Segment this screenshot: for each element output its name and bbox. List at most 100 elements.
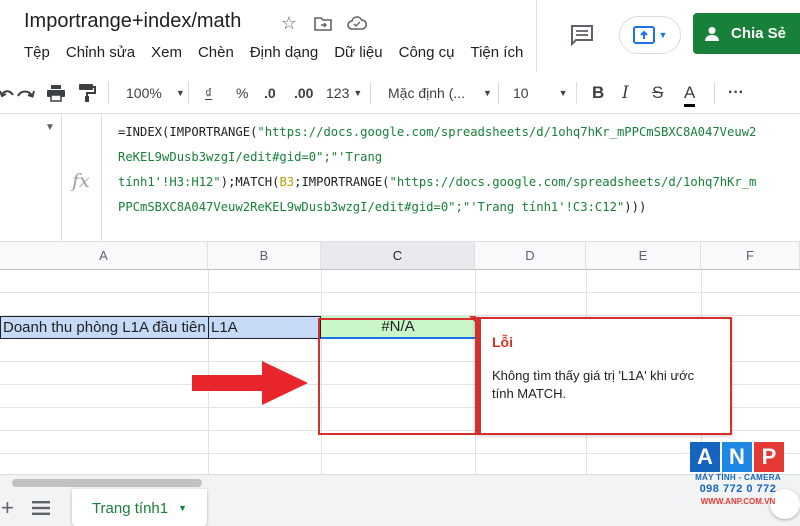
more-tools-button[interactable]: ··· xyxy=(728,81,744,105)
share-button[interactable]: Chia Sẻ xyxy=(693,13,800,54)
zoom-value: 100% xyxy=(126,85,162,101)
formula-cell-reference: B3 xyxy=(279,175,295,189)
font-size-value: 10 xyxy=(513,85,529,101)
watermark-logo: A N P MÁY TÍNH - CAMERA 098 772 0 772 WW… xyxy=(690,442,786,516)
toolbar-divider xyxy=(576,82,577,104)
font-size-select[interactable]: 10 ▼ xyxy=(513,81,568,105)
menu-file[interactable]: Tệp xyxy=(24,44,50,61)
cell-b3[interactable]: L1A xyxy=(208,316,321,339)
comment-history-button[interactable] xyxy=(568,22,596,48)
sheet-tab-active[interactable]: Trang tính1 ▼ xyxy=(72,489,207,526)
logo-letters: A N P xyxy=(690,442,786,472)
grid-row[interactable] xyxy=(0,293,800,316)
menu-format[interactable]: Định dạng xyxy=(250,44,318,61)
bold-button[interactable]: B xyxy=(592,81,604,105)
more-formats-label: 123 xyxy=(326,85,350,101)
logo-phone: 098 772 0 772 xyxy=(699,483,777,495)
menu-bar: Tệp Chỉnh sửa Xem Chèn Định dạng Dữ liệu… xyxy=(24,44,523,61)
zoom-select[interactable]: 100% ▼ xyxy=(126,81,185,105)
fx-icon: fx xyxy=(72,170,90,192)
sheet-bar: + Trang tính1 ▼ xyxy=(0,474,800,526)
grid-row[interactable] xyxy=(0,270,800,293)
print-icon[interactable] xyxy=(46,81,66,105)
formula-string: ReKEL9wDusb3wzgI/edit#gid=0";"'Trang xyxy=(118,150,383,164)
menu-extensions[interactable]: Tiện ích xyxy=(470,44,523,61)
menu-tools[interactable]: Công cụ xyxy=(399,44,455,61)
formula-text: ;IMPORTRANGE( xyxy=(294,175,390,189)
toolbar: 100% ▼ ₫ % .0 .00 123 ▼ Mặc định (... ▼ … xyxy=(0,72,800,114)
text-color-button[interactable]: A xyxy=(684,81,696,107)
percent-button[interactable]: % xyxy=(236,81,248,105)
error-tooltip: Lỗi Không tìm thấy giá trị 'L1A' khi ước… xyxy=(475,317,732,435)
column-header-d[interactable]: D xyxy=(475,242,586,270)
formula-text: =INDEX(IMPORTRANGE( xyxy=(118,125,258,139)
toolbar-divider xyxy=(370,82,371,104)
column-header-c[interactable]: C xyxy=(321,242,475,270)
toolbar-divider xyxy=(498,82,499,104)
chevron-down-icon[interactable]: ▼ xyxy=(178,503,187,513)
formula-text: ))) xyxy=(624,200,647,214)
logo-letter: A xyxy=(690,442,720,472)
menu-view[interactable]: Xem xyxy=(151,44,182,61)
font-family-value: Mặc định (... xyxy=(388,85,466,101)
spreadsheet-grid: A B C D E F Doanh thu phòng L1A đầu tiên… xyxy=(0,242,800,474)
tooltip-accent xyxy=(477,319,481,433)
formula-string: PPCmSBXC8A047Veuw2ReKEL9wDusb3wzgI/edit#… xyxy=(118,200,625,214)
formula-string: tính1'!H3:H12" xyxy=(118,175,221,189)
share-label: Chia Sẻ xyxy=(731,25,787,42)
menu-insert[interactable]: Chèn xyxy=(198,44,234,61)
toolbar-divider xyxy=(714,82,715,104)
formula-input[interactable]: =INDEX(IMPORTRANGE("https://docs.google.… xyxy=(118,120,800,220)
menu-edit[interactable]: Chỉnh sửa xyxy=(66,44,135,61)
menu-data[interactable]: Dữ liệu xyxy=(334,44,382,61)
column-header-e[interactable]: E xyxy=(586,242,701,270)
currency-button[interactable]: ₫ xyxy=(205,81,212,105)
error-message: Không tìm thấy giá trị 'L1A' khi ước tín… xyxy=(492,368,695,401)
error-title: Lỗi xyxy=(492,334,513,350)
chevron-down-icon: ▼ xyxy=(658,30,668,40)
title-bar: Importrange+index/math ☆ Tệp Chỉnh sửa X… xyxy=(0,0,800,72)
undo-icon[interactable] xyxy=(0,81,14,105)
comment-icon xyxy=(571,25,593,46)
chevron-down-icon: ▼ xyxy=(483,88,492,98)
logo-tagline: MÁY TÍNH - CAMERA xyxy=(695,473,781,482)
chevron-down-icon: ▼ xyxy=(353,88,363,98)
star-icon[interactable]: ☆ xyxy=(278,12,300,34)
present-icon xyxy=(632,26,655,44)
decrease-decimal-button[interactable]: .0 xyxy=(264,81,276,105)
cell-a3[interactable]: Doanh thu phòng L1A đầu tiên xyxy=(0,316,208,339)
paint-format-icon[interactable] xyxy=(78,81,96,105)
font-family-select[interactable]: Mặc định (... ▼ xyxy=(388,81,492,105)
italic-button[interactable]: I xyxy=(622,81,629,105)
redo-icon[interactable] xyxy=(16,81,36,105)
toolbar-divider xyxy=(188,82,189,104)
formula-divider xyxy=(101,114,102,242)
formula-string: "https://docs.google.com/spreadsheets/d/… xyxy=(257,125,757,139)
all-sheets-icon[interactable] xyxy=(32,500,50,516)
person-add-icon xyxy=(705,26,719,41)
name-box[interactable]: ▼ xyxy=(0,114,62,242)
logo-website: WWW.ANP.COM.VN xyxy=(700,497,776,506)
cloud-status-icon[interactable] xyxy=(346,12,368,34)
strikethrough-button[interactable]: S xyxy=(652,81,663,105)
document-title[interactable]: Importrange+index/math xyxy=(24,10,241,33)
add-sheet-icon[interactable]: + xyxy=(1,495,14,521)
present-button[interactable]: ▼ xyxy=(619,16,681,54)
logo-letter: P xyxy=(754,442,784,472)
red-arrow-icon xyxy=(192,361,308,405)
column-header-b[interactable]: B xyxy=(208,242,321,270)
horizontal-scrollbar[interactable] xyxy=(12,479,202,487)
logo-letter: N xyxy=(722,442,752,472)
formula-text: );MATCH( xyxy=(220,175,280,189)
chevron-down-icon: ▼ xyxy=(45,122,55,133)
move-folder-icon[interactable] xyxy=(312,12,334,34)
sheet-tab-label: Trang tính1 xyxy=(91,499,169,517)
column-header-a[interactable]: A xyxy=(0,242,208,270)
highlight-box xyxy=(318,318,478,435)
toolbar-divider xyxy=(108,82,109,104)
chevron-down-icon: ▼ xyxy=(558,88,568,98)
increase-decimal-button[interactable]: .00 xyxy=(294,81,313,105)
more-formats-button[interactable]: 123 ▼ xyxy=(326,81,362,105)
formula-bar: ▼ fx =INDEX(IMPORTRANGE("https://docs.go… xyxy=(0,114,800,242)
column-header-f[interactable]: F xyxy=(701,242,800,270)
